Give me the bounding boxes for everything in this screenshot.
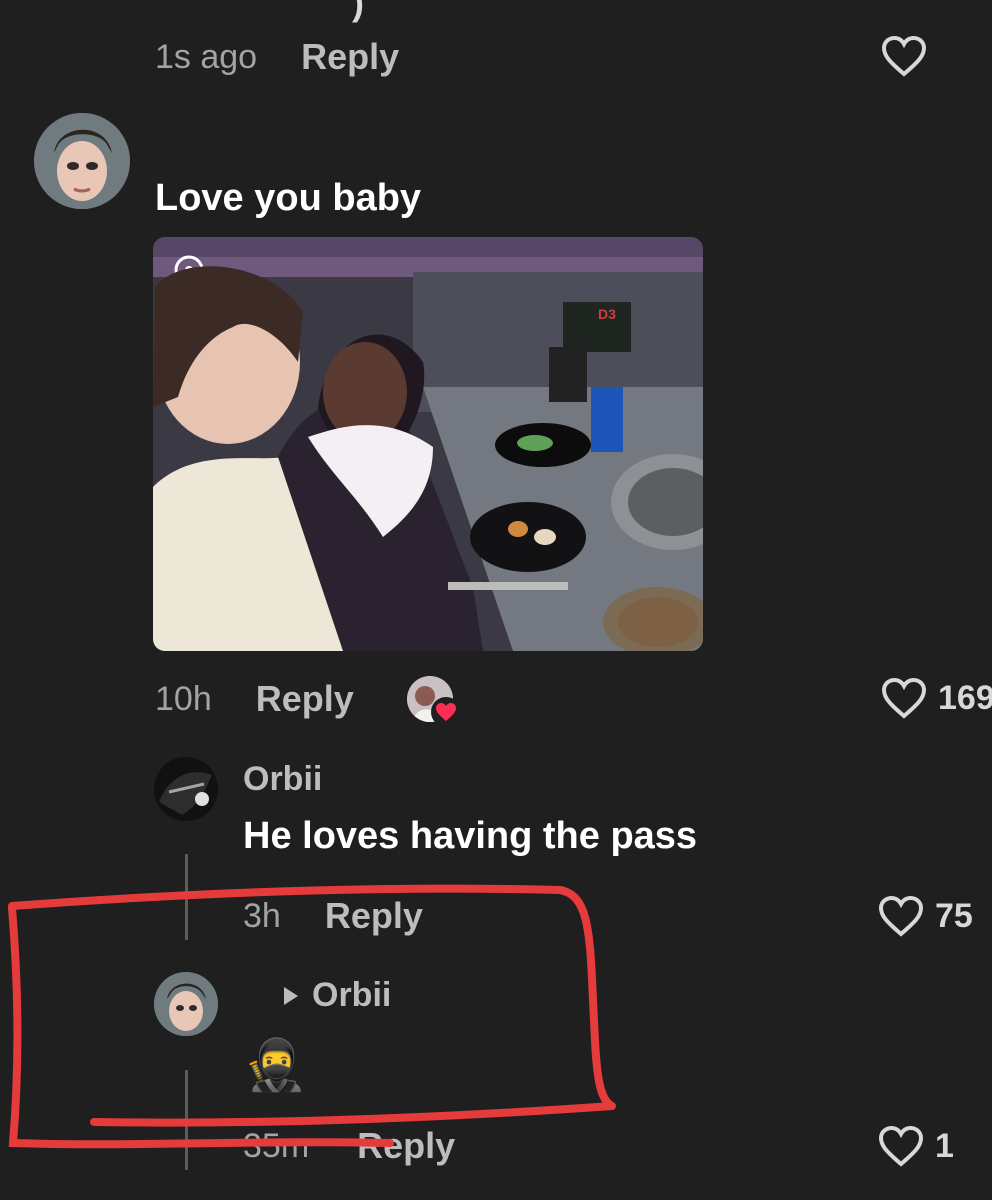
thread-line	[185, 854, 188, 940]
reply-button[interactable]: Reply	[357, 1125, 455, 1167]
ninja-emoji: 🥷	[244, 1036, 307, 1094]
like-count: 1	[935, 1126, 954, 1165]
comment-meta: 35m Reply	[243, 1125, 455, 1167]
previous-comment-meta: 1s ago Reply	[155, 36, 399, 78]
comment-photo[interactable]: D3	[153, 237, 703, 651]
like-button[interactable]: 1	[877, 1124, 954, 1168]
avatar[interactable]	[154, 757, 218, 821]
avatar[interactable]	[34, 113, 130, 209]
heart-outline-icon	[881, 35, 927, 77]
reply-button[interactable]: Reply	[256, 678, 354, 720]
like-button[interactable]	[880, 34, 928, 78]
comment-time: 35m	[243, 1126, 310, 1165]
like-count: 75	[935, 896, 973, 935]
reply-button[interactable]: Reply	[325, 895, 423, 937]
comment-text: Love you baby	[155, 177, 422, 219]
heart-badge-icon	[431, 697, 461, 727]
like-button[interactable]: 169	[880, 676, 992, 720]
heart-outline-icon	[878, 895, 924, 937]
comment-text: He loves having the pass	[243, 815, 698, 857]
photo-sign-label: D3	[598, 306, 616, 322]
reply-button[interactable]: Reply	[301, 36, 399, 78]
thread-line	[185, 1070, 188, 1170]
avatar[interactable]	[154, 972, 218, 1036]
comment-meta: 3h Reply	[243, 895, 423, 937]
user-face-avatar	[154, 972, 218, 1036]
clipped-previous-comment: ˙ )	[330, 0, 364, 23]
comment-meta: 10h Reply	[155, 678, 354, 720]
heart-outline-icon	[878, 1125, 924, 1167]
heart-outline-icon	[881, 677, 927, 719]
restaurant-photo: D3	[153, 237, 703, 651]
like-count: 169	[938, 678, 992, 717]
reply-to-username: Orbii	[312, 976, 392, 1014]
comments-screen: ˙ ) 1s ago Reply Love you baby D3 10h Re…	[0, 0, 992, 1200]
reply-to-label[interactable]: Orbii	[284, 976, 391, 1015]
comment-username[interactable]: Orbii	[243, 760, 322, 799]
comment-time: 3h	[243, 896, 281, 935]
orbii-avatar	[154, 757, 218, 821]
user-face-avatar	[34, 113, 130, 209]
triangle-right-icon	[284, 986, 298, 1005]
like-button[interactable]: 75	[877, 894, 973, 938]
comment-time: 10h	[155, 679, 212, 718]
comment-time: 1s ago	[155, 37, 258, 76]
